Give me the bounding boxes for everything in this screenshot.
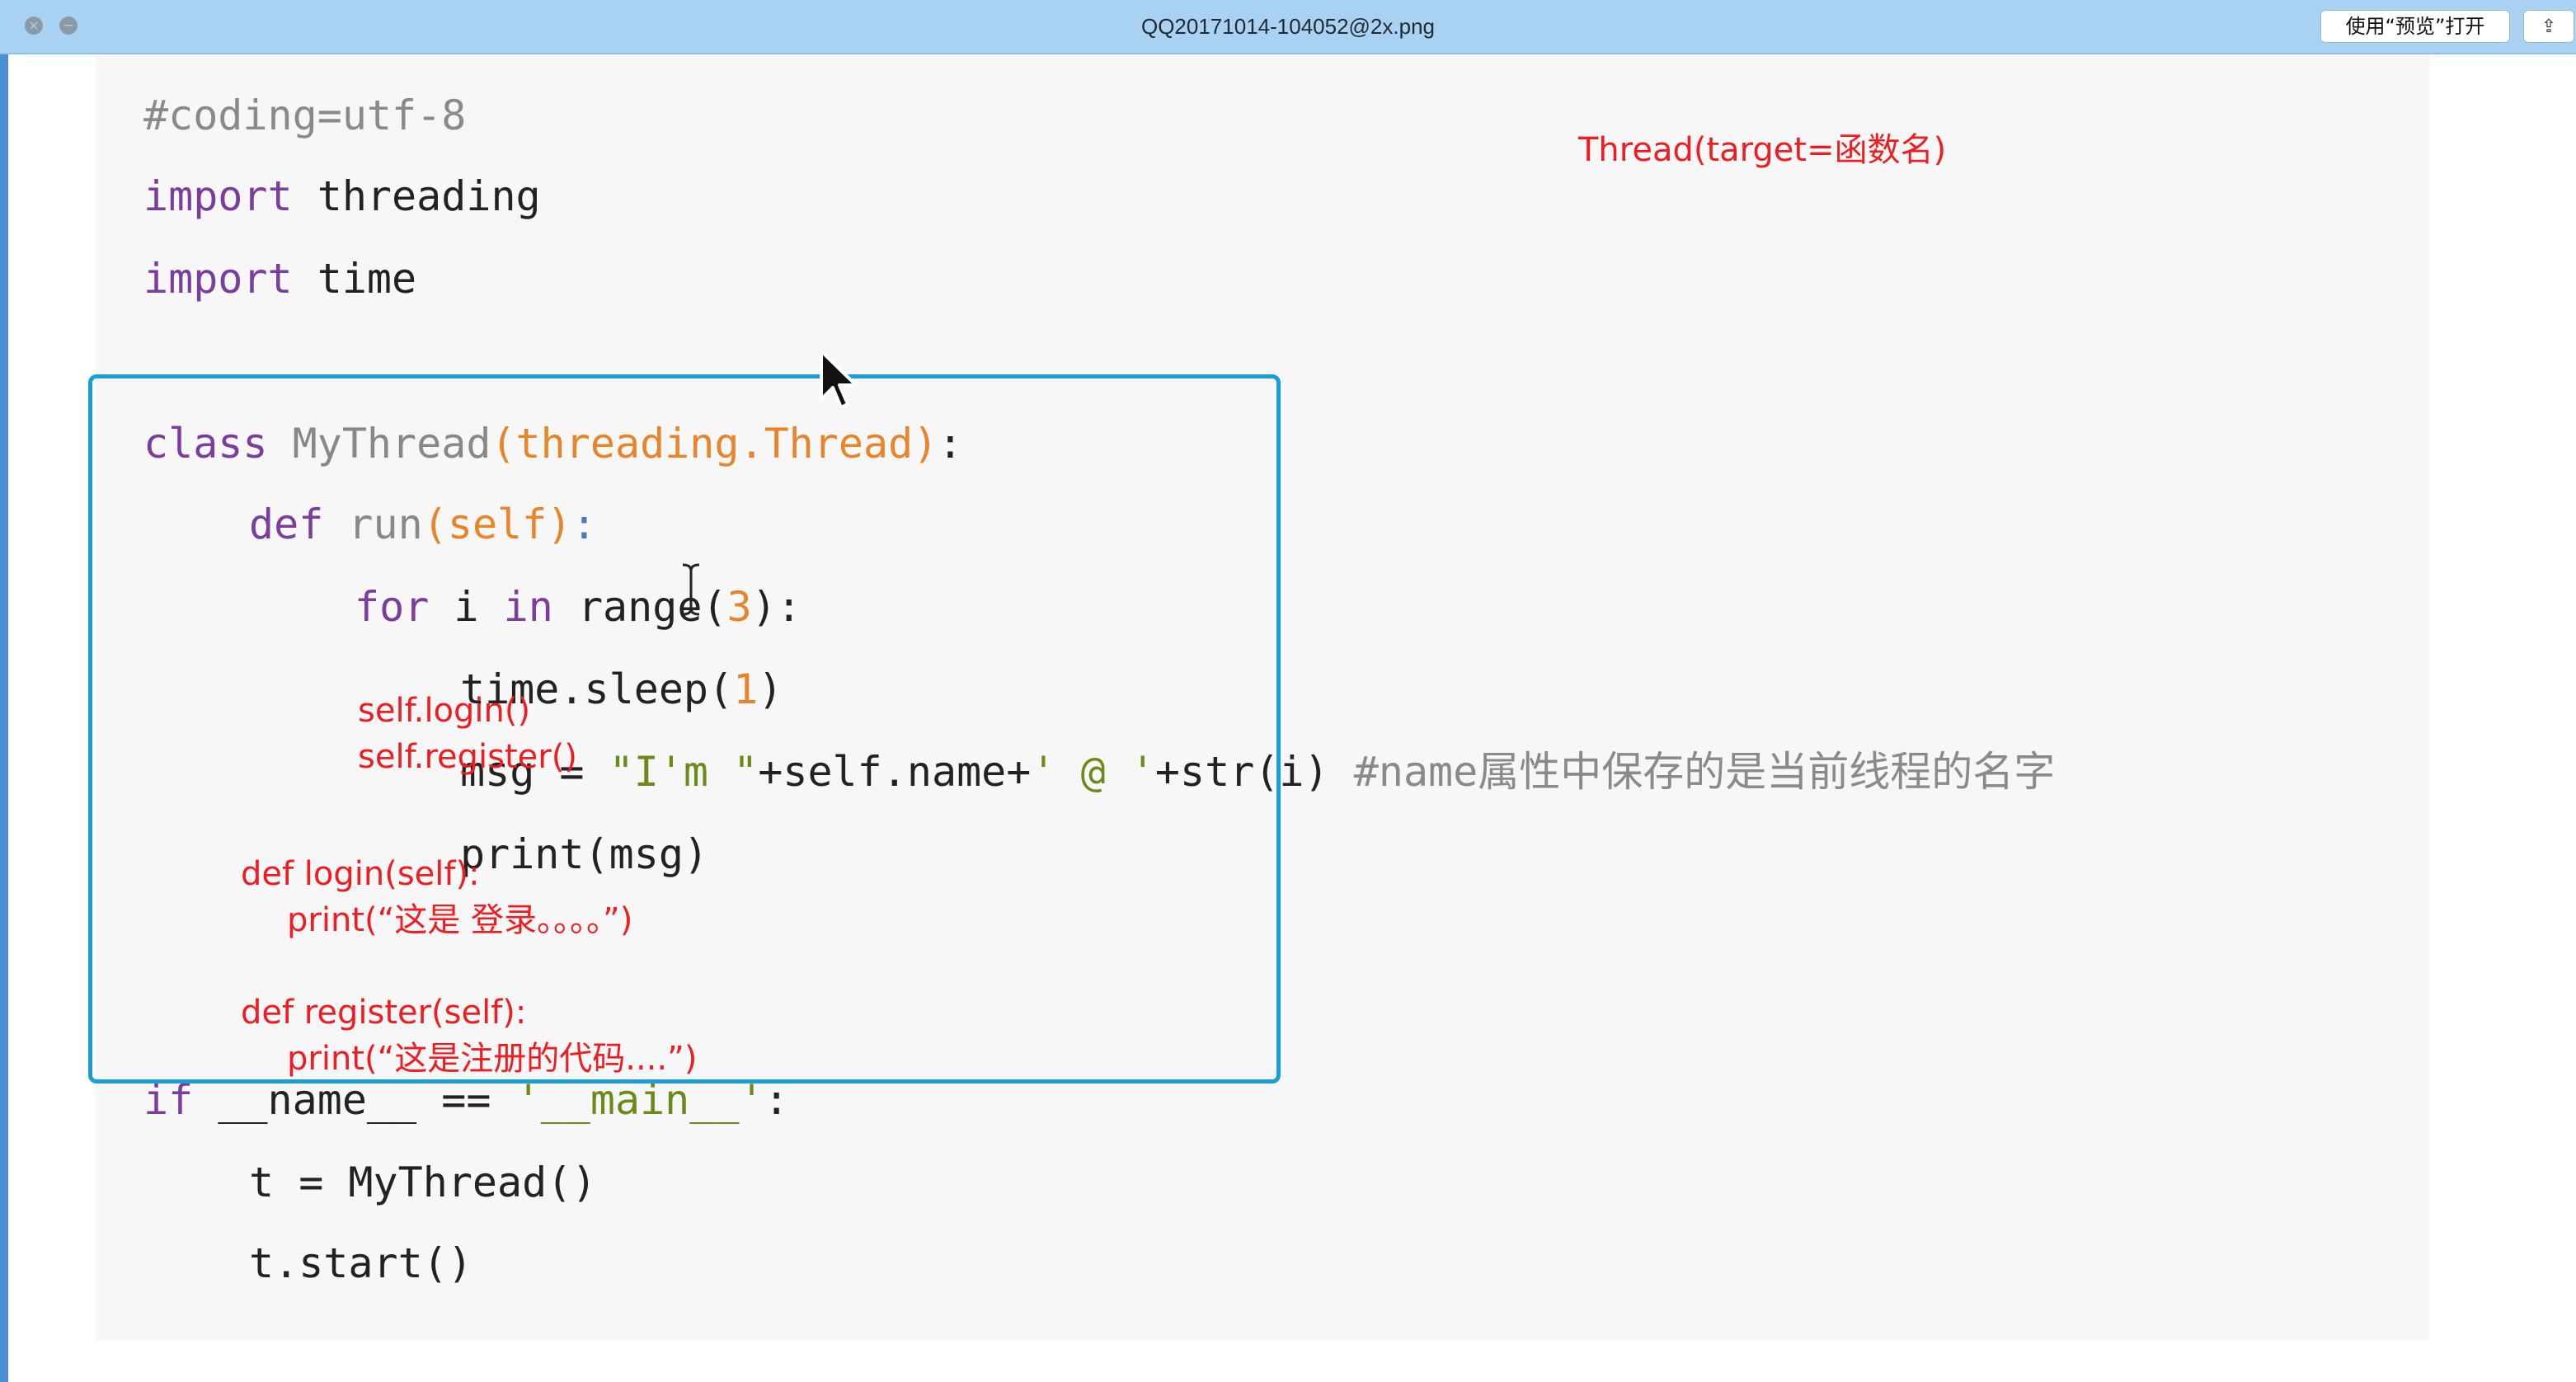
keyword: import	[143, 172, 293, 220]
annotation-self-register: self.register()	[358, 738, 577, 776]
annotation-def-register: def register(self):	[241, 994, 527, 1032]
text-cursor-icon	[682, 563, 700, 616]
annotation-print-login: print(“这是 登录。。。。”)	[287, 901, 633, 939]
code-text: threading	[292, 172, 541, 220]
code-line-import-threading: import threading	[143, 172, 541, 221]
window-left-edge	[0, 54, 8, 1382]
window-title: QQ20171014-104052@2x.png	[1140, 14, 1435, 39]
annotation-def-login: def login(self):	[241, 855, 480, 893]
window-titlebar: × − QQ20171014-104052@2x.png 使用“预览”打开 ⇪	[0, 0, 2576, 54]
annotation-print-register: print(“这是注册的代码....”)	[287, 1040, 698, 1078]
open-with-preview-button[interactable]: 使用“预览”打开	[2320, 10, 2510, 43]
code-line-start: t.start()	[249, 1239, 472, 1287]
code-line-coding: #coding=utf-8	[143, 92, 467, 139]
share-icon[interactable]: ⇪	[2523, 10, 2574, 43]
mouse-pointer-icon	[820, 350, 858, 409]
code-text: time	[292, 255, 417, 303]
comment: #name属性中保存的是当前线程的名字	[1353, 748, 2056, 796]
code-line-instantiate: t = MyThread()	[249, 1159, 597, 1206]
highlight-box	[88, 374, 1281, 1084]
keyword: import	[143, 255, 293, 303]
annotation-self-login: self.login()	[358, 692, 531, 730]
annotation-thread-target: Thread(target=函数名)	[1578, 131, 1947, 169]
code-line-import-time: import time	[143, 254, 416, 303]
